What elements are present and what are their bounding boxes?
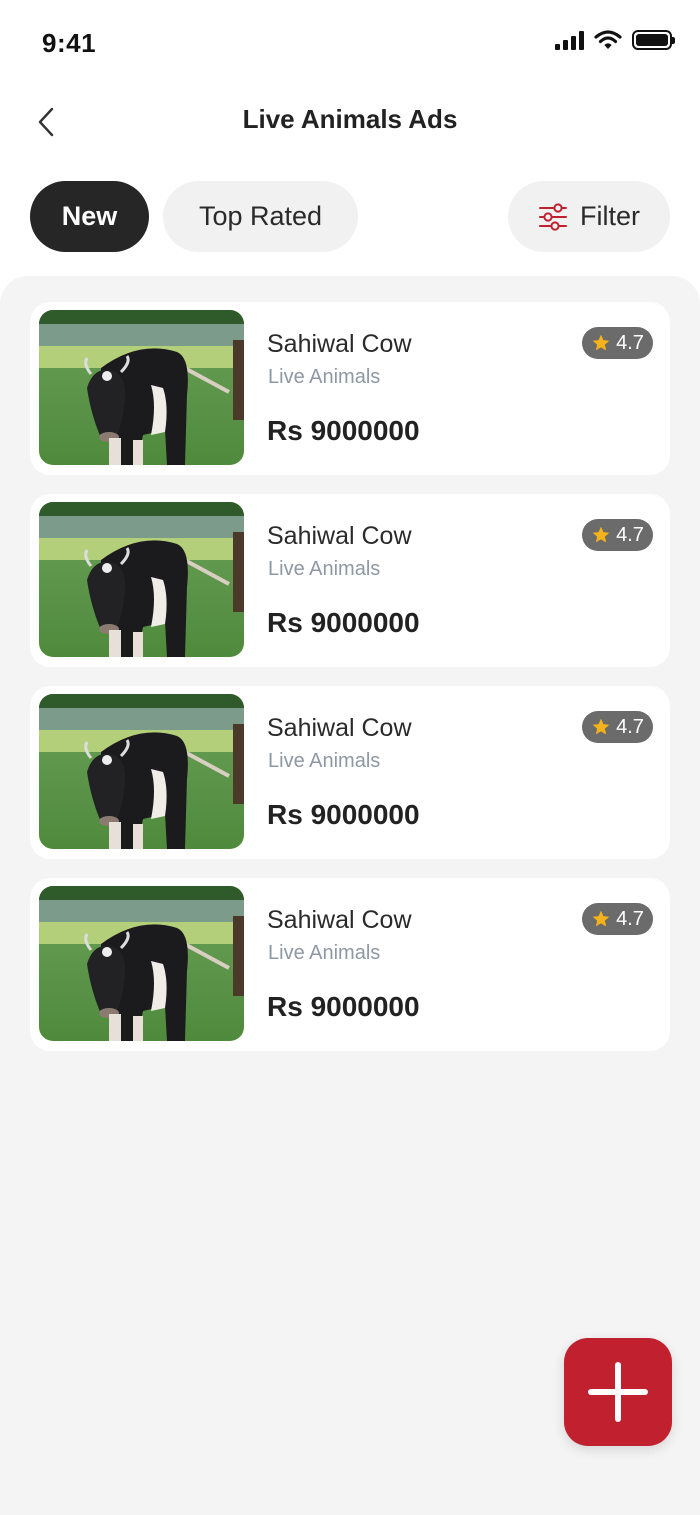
filter-tabs: New Top Rated Filter xyxy=(30,181,670,252)
cow-photo xyxy=(39,886,244,1041)
status-icons xyxy=(555,30,675,50)
rating-badge: 4.7 xyxy=(582,519,653,551)
listing-card[interactable]: Sahiwal Cow Live Animals Rs 9000000 4.7 xyxy=(30,878,670,1051)
sliders-icon xyxy=(539,202,567,231)
listing-category: Live Animals xyxy=(268,750,381,772)
rating-value: 4.7 xyxy=(616,715,644,738)
listing-title: Sahiwal Cow xyxy=(267,714,412,742)
star-icon xyxy=(592,718,610,735)
rating-value: 4.7 xyxy=(616,331,644,354)
cow-photo xyxy=(39,502,244,657)
listing-category: Live Animals xyxy=(268,558,381,580)
filter-button[interactable]: Filter xyxy=(508,181,670,252)
cellular-signal-icon xyxy=(555,30,584,50)
listing-title: Sahiwal Cow xyxy=(267,906,412,934)
add-ad-button[interactable] xyxy=(564,1338,672,1446)
listing-category: Live Animals xyxy=(268,942,381,964)
plus-icon xyxy=(588,1362,648,1422)
rating-value: 4.7 xyxy=(616,523,644,546)
rating-badge: 4.7 xyxy=(582,327,653,359)
listing-title: Sahiwal Cow xyxy=(267,330,412,358)
listing-category: Live Animals xyxy=(268,366,381,388)
rating-badge: 4.7 xyxy=(582,903,653,935)
tab-new[interactable]: New xyxy=(30,181,149,252)
filter-label: Filter xyxy=(580,201,640,231)
listing-price: Rs 9000000 xyxy=(267,991,420,1022)
listing-card[interactable]: Sahiwal Cow Live Animals Rs 9000000 4.7 xyxy=(30,302,670,475)
listing-price: Rs 9000000 xyxy=(267,607,420,638)
rating-value: 4.7 xyxy=(616,907,644,930)
listings-panel: Sahiwal Cow Live Animals Rs 9000000 4.7 xyxy=(0,276,700,1515)
listing-card[interactable]: Sahiwal Cow Live Animals Rs 9000000 4.7 xyxy=(30,686,670,859)
cow-photo xyxy=(39,694,244,849)
status-bar: 9:41 xyxy=(0,0,700,88)
battery-icon xyxy=(632,30,675,50)
listing-price: Rs 9000000 xyxy=(267,799,420,830)
cow-photo xyxy=(39,310,244,465)
star-icon xyxy=(592,334,610,351)
tab-top-rated[interactable]: Top Rated xyxy=(163,181,358,252)
header: Live Animals Ads xyxy=(0,88,700,158)
star-icon xyxy=(592,910,610,927)
star-icon xyxy=(592,526,610,543)
rating-badge: 4.7 xyxy=(582,711,653,743)
status-time: 9:41 xyxy=(42,28,97,58)
listing-title: Sahiwal Cow xyxy=(267,522,412,550)
page-title: Live Animals Ads xyxy=(242,104,458,134)
listing-price: Rs 9000000 xyxy=(267,415,420,446)
wifi-icon xyxy=(594,30,622,49)
listing-card[interactable]: Sahiwal Cow Live Animals Rs 9000000 4.7 xyxy=(30,494,670,667)
